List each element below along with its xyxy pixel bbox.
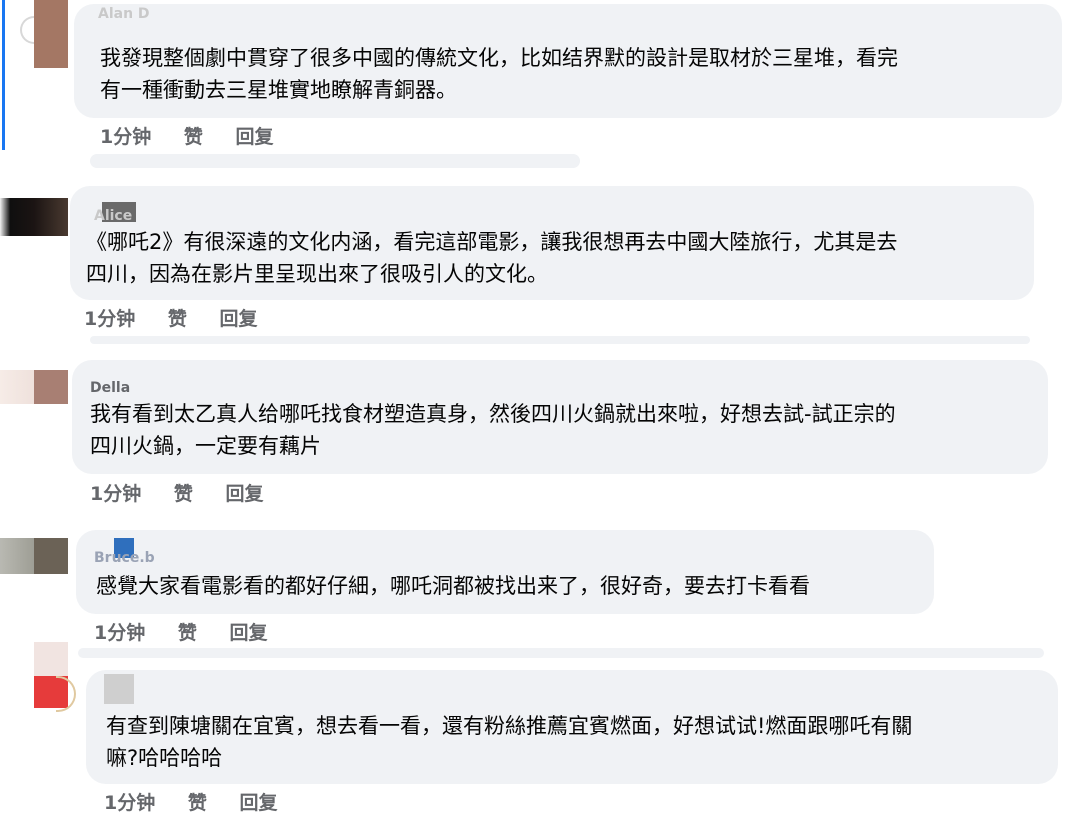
comment-time: 1分钟	[104, 792, 156, 814]
like-button[interactable]: 赞	[168, 304, 187, 331]
comment-author[interactable]: Bruce.b	[94, 550, 155, 566]
bubble-fragment	[90, 154, 580, 168]
like-button[interactable]: 赞	[178, 618, 197, 645]
comment-meta: 1分钟 赞 回复	[100, 122, 300, 149]
comment-text-line: 四川，因為在影片里呈现出來了很吸引人的文化。	[86, 262, 548, 286]
comment-meta: 1分钟 赞 回复	[84, 304, 284, 331]
avatar[interactable]	[0, 370, 68, 404]
thread-line	[2, 0, 5, 150]
comment-text-line: 《哪吒2》有很深遠的文化内涵，看完這部電影，讓我很想再去中國大陸旅行，尤其是去	[86, 230, 898, 254]
reply-button[interactable]: 回复	[220, 304, 258, 331]
avatar[interactable]	[34, 0, 68, 68]
bubble-fragment	[90, 336, 1030, 344]
reply-button[interactable]: 回复	[240, 788, 278, 815]
comment-text-line: 有查到陳塘關在宜賓，想去看一看，還有粉絲推薦宜賓燃面，好想试试!燃面跟哪吒有關	[106, 714, 913, 738]
avatar[interactable]	[34, 642, 68, 676]
comment-text-line: 我有看到太乙真人给哪吒找食材塑造真身，然後四川火鍋就出來啦，好想去試-試正宗的	[90, 402, 896, 426]
avatar[interactable]	[0, 538, 68, 574]
comment-time: 1分钟	[90, 483, 142, 505]
bubble-fragment	[78, 648, 1044, 658]
comment-text-line: 感覺大家看電影看的都好仔細，哪吒洞都被找出来了，很好奇，要去打卡看看	[96, 574, 810, 598]
comment-text-line: 我發現整個劇中貫穿了很多中國的傳統文化，比如结界默的設計是取材於三星堆，看完	[100, 46, 898, 70]
comment-text-line: 有一種衝動去三星堆實地瞭解青銅器。	[100, 78, 457, 102]
comment-bubble: Della 我有看到太乙真人给哪吒找食材塑造真身，然後四川火鍋就出來啦，好想去試…	[72, 360, 1048, 474]
reply-button[interactable]: 回复	[226, 479, 264, 506]
comment-time: 1分钟	[94, 622, 146, 644]
comment-time: 1分钟	[100, 126, 152, 148]
comment-text-line: 嘛?哈哈哈哈	[106, 746, 223, 770]
like-button[interactable]: 赞	[188, 788, 207, 815]
reply-button[interactable]: 回复	[236, 122, 274, 149]
comment-author[interactable]: Alan D	[98, 6, 150, 22]
reply-button[interactable]: 回复	[230, 618, 268, 645]
author-avatar-mini	[104, 674, 134, 704]
like-button[interactable]: 赞	[184, 122, 203, 149]
comment-bubble: 有查到陳塘關在宜賓，想去看一看，還有粉絲推薦宜賓燃面，好想试试!燃面跟哪吒有關 …	[86, 670, 1058, 784]
comment-author[interactable]: Alice	[94, 208, 132, 224]
comment-time: 1分钟	[84, 308, 136, 330]
comment-text-line: 四川火鍋，一定要有藕片	[90, 434, 321, 458]
comment-meta: 1分钟 赞 回复	[90, 479, 290, 506]
comment-author[interactable]: Della	[90, 380, 130, 396]
comment-bubble: Alice 《哪吒2》有很深遠的文化内涵，看完這部電影，讓我很想再去中國大陸旅行…	[70, 186, 1034, 300]
comment-bubble: Alan D 我發現整個劇中貫穿了很多中國的傳統文化，比如结界默的設計是取材於三…	[74, 4, 1062, 118]
comment-meta: 1分钟 赞 回复	[94, 618, 294, 645]
like-button[interactable]: 赞	[174, 479, 193, 506]
avatar-ring	[56, 676, 76, 712]
avatar[interactable]	[0, 198, 68, 236]
avatar-tail	[20, 16, 34, 44]
comment-meta: 1分钟 赞 回复	[104, 788, 304, 815]
comment-bubble: Bruce.b 感覺大家看電影看的都好仔細，哪吒洞都被找出来了，很好奇，要去打卡…	[76, 530, 934, 614]
